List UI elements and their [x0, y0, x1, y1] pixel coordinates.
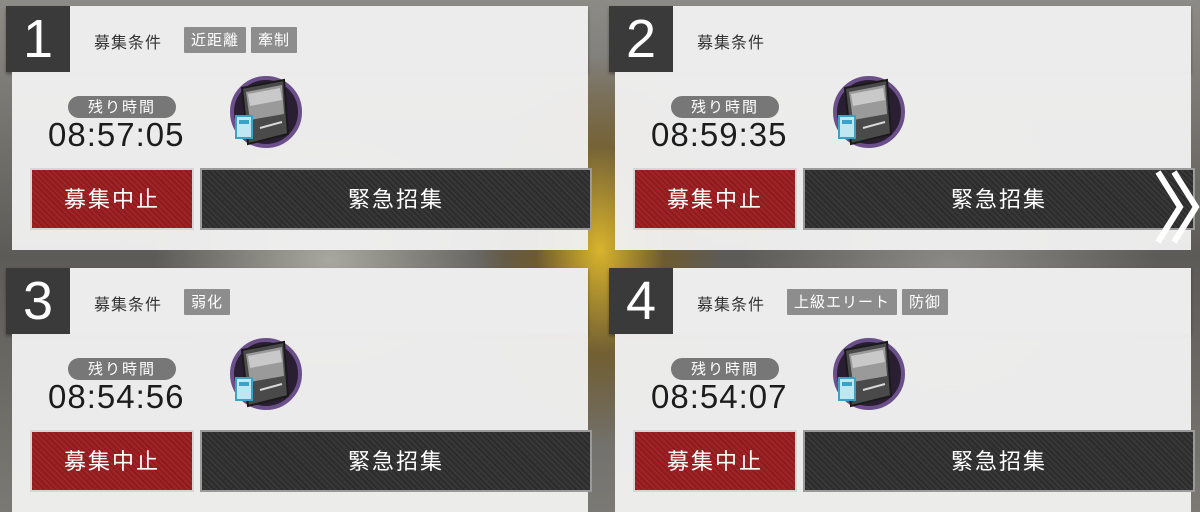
recruitment-permit-icon: [833, 76, 905, 148]
recruit-condition-label: 募集条件: [697, 295, 766, 314]
tag-crowd-control: 牽制: [251, 27, 298, 53]
expedite-recruit-button[interactable]: 緊急招集: [803, 430, 1195, 492]
tag-list: 弱化: [184, 289, 231, 315]
recruitment-permit-icon: [230, 76, 302, 148]
stop-recruit-button[interactable]: 募集中止: [633, 430, 797, 492]
time-remaining-label: 残り時間: [671, 358, 779, 380]
tag-senior-elite: 上級エリート: [787, 289, 898, 315]
expedite-recruit-button[interactable]: 緊急招集: [200, 430, 592, 492]
stop-recruit-button[interactable]: 募集中止: [30, 430, 194, 492]
recruit-slot-1: 1 募集条件 近距離 牽制 残り時間 08:57:05 募集中止 緊急招集: [6, 6, 592, 250]
tag-close-range: 近距離: [184, 27, 247, 53]
slot-header: 4 募集条件 上級エリート 防御: [609, 268, 1191, 334]
tag-list: 上級エリート 防御: [787, 289, 949, 315]
time-remaining-label: 残り時間: [68, 96, 176, 118]
recruitment-permit-icon: [230, 338, 302, 410]
recruitment-permit-icon: [833, 338, 905, 410]
time-remaining-value: 08:54:07: [651, 378, 788, 415]
tag-defense: 防御: [902, 289, 949, 315]
time-remaining-label: 残り時間: [671, 96, 779, 118]
time-remaining-label: 残り時間: [68, 358, 176, 380]
time-remaining-value: 08:57:05: [48, 116, 185, 153]
slot-number: 2: [609, 6, 673, 72]
expedite-recruit-button[interactable]: 緊急招集: [803, 168, 1195, 230]
slot-body: 残り時間 08:54:07 募集中止 緊急招集: [615, 334, 1195, 512]
recruit-condition-label: 募集条件: [697, 33, 766, 52]
slot-header: 2 募集条件: [609, 6, 1191, 72]
recruit-slot-2: 2 募集条件 残り時間 08:59:35 募集中止 緊急招集: [609, 6, 1195, 250]
stop-recruit-button[interactable]: 募集中止: [30, 168, 194, 230]
recruit-slot-4: 4 募集条件 上級エリート 防御 残り時間 08:54:07 募集中止 緊急招集: [609, 268, 1195, 512]
stop-recruit-button[interactable]: 募集中止: [633, 168, 797, 230]
time-remaining-value: 08:54:56: [48, 378, 185, 415]
recruit-slot-3: 3 募集条件 弱化 残り時間 08:54:56 募集中止 緊急招集: [6, 268, 592, 512]
slot-header: 3 募集条件 弱化: [6, 268, 588, 334]
recruit-condition-label: 募集条件: [94, 295, 163, 314]
tag-list: 近距離 牽制: [184, 27, 298, 53]
slot-number: 1: [6, 6, 70, 72]
time-remaining-value: 08:59:35: [651, 116, 788, 153]
slot-body: 残り時間 08:54:56 募集中止 緊急招集: [12, 334, 592, 512]
slot-number: 4: [609, 268, 673, 334]
slot-number: 3: [6, 268, 70, 334]
expedite-recruit-button[interactable]: 緊急招集: [200, 168, 592, 230]
slot-body: 残り時間 08:57:05 募集中止 緊急招集: [12, 72, 592, 250]
double-chevron-right-icon[interactable]: [1150, 168, 1200, 246]
slot-body: 残り時間 08:59:35 募集中止 緊急招集: [615, 72, 1195, 250]
slot-header: 1 募集条件 近距離 牽制: [6, 6, 588, 72]
recruit-condition-label: 募集条件: [94, 33, 163, 52]
tag-debuff: 弱化: [184, 289, 231, 315]
